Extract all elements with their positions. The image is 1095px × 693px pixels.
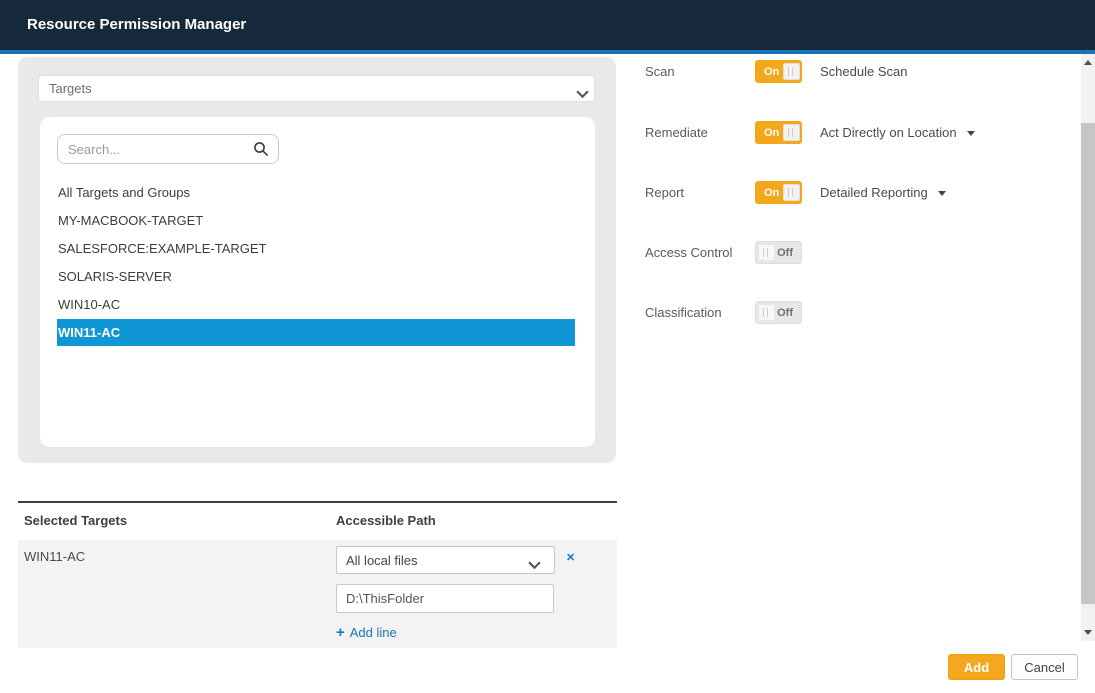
permission-row-remediate: Remediate On Act Directly on Location xyxy=(0,121,1080,144)
scan-toggle[interactable]: On xyxy=(755,60,802,83)
toggle-state-label: On xyxy=(755,66,779,78)
caret-down-icon xyxy=(938,191,946,196)
remediate-mode-dropdown[interactable]: Act Directly on Location xyxy=(820,121,975,144)
schedule-scan-label: Schedule Scan xyxy=(820,64,907,79)
permission-row-classification: Classification Off xyxy=(0,301,1080,324)
caret-down-icon xyxy=(967,131,975,136)
scroll-down-button[interactable] xyxy=(1081,624,1095,641)
cancel-button[interactable]: Cancel xyxy=(1011,654,1078,680)
arrow-down-icon xyxy=(1084,630,1092,635)
classification-label: Classification xyxy=(645,301,722,324)
path-type-select[interactable]: All local files xyxy=(336,546,555,574)
selected-target-name: WIN11-AC xyxy=(24,549,85,564)
accessible-path-header: Accessible Path xyxy=(336,513,436,528)
path-value-input[interactable] xyxy=(336,584,554,613)
report-mode-label: Detailed Reporting xyxy=(820,185,928,200)
scroll-thumb[interactable] xyxy=(1081,123,1095,604)
access-control-label: Access Control xyxy=(645,241,732,264)
toggle-state-label: Off xyxy=(777,247,801,259)
scan-label: Scan xyxy=(645,60,675,83)
report-toggle[interactable]: On xyxy=(755,181,802,204)
toggle-state-label: On xyxy=(755,187,779,199)
toggle-grip xyxy=(758,244,775,261)
add-line-link[interactable]: + Add line xyxy=(336,624,397,641)
remove-path-icon[interactable]: ✕ xyxy=(566,551,575,564)
access-control-toggle[interactable]: Off xyxy=(755,241,802,264)
toggle-state-label: Off xyxy=(777,307,801,319)
scroll-up-button[interactable] xyxy=(1081,54,1095,71)
toggle-grip xyxy=(783,124,800,141)
remediate-mode-label: Act Directly on Location xyxy=(820,125,957,140)
target-list-item[interactable]: SOLARIS-SERVER xyxy=(57,263,575,291)
report-mode-dropdown[interactable]: Detailed Reporting xyxy=(820,181,946,204)
toggle-grip xyxy=(783,184,800,201)
selected-targets-header: Selected Targets xyxy=(24,513,127,528)
target-list-item[interactable]: MY-MACBOOK-TARGET xyxy=(57,207,575,235)
permission-row-access-control: Access Control Off xyxy=(0,241,1080,264)
plus-icon: + xyxy=(336,624,345,641)
add-line-label: Add line xyxy=(350,625,397,640)
permission-row-scan: Scan On Schedule Scan xyxy=(0,60,1080,83)
table-top-border xyxy=(18,501,617,503)
toggle-grip xyxy=(783,63,800,80)
remediate-toggle[interactable]: On xyxy=(755,121,802,144)
permission-row-report: Report On Detailed Reporting xyxy=(0,181,1080,204)
toggle-state-label: On xyxy=(755,127,779,139)
accent-divider xyxy=(0,50,1095,54)
toggle-grip xyxy=(758,304,775,321)
classification-toggle[interactable]: Off xyxy=(755,301,802,324)
dialog-titlebar: Resource Permission Manager xyxy=(0,0,1095,50)
resource-permission-manager-dialog: Resource Permission Manager Targets All … xyxy=(0,0,1095,693)
report-label: Report xyxy=(645,181,684,204)
remediate-label: Remediate xyxy=(645,121,708,144)
add-button[interactable]: Add xyxy=(948,654,1005,680)
scrollbar[interactable] xyxy=(1081,54,1095,641)
schedule-scan-option[interactable]: Schedule Scan xyxy=(820,60,907,83)
arrow-up-icon xyxy=(1084,60,1092,65)
dialog-title: Resource Permission Manager xyxy=(27,0,246,50)
